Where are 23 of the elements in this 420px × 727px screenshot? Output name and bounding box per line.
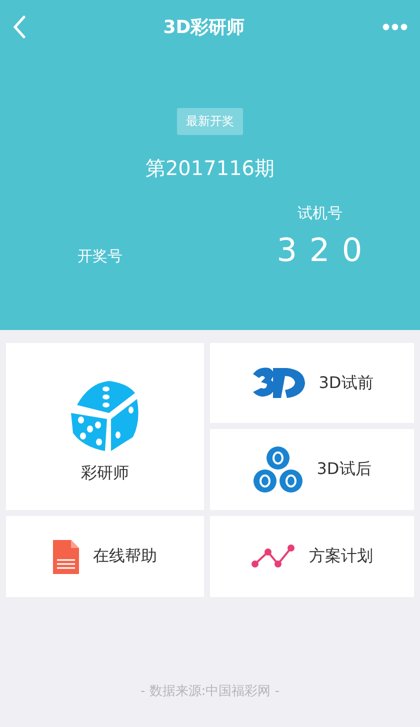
test-number-label: 试机号 — [298, 204, 342, 223]
issue-number: 第2017116期 — [144, 155, 276, 182]
tile-label: 3D试后 — [316, 459, 372, 480]
tile-label: 方案计划 — [309, 546, 373, 567]
balls-icon — [252, 446, 303, 494]
data-source-text: - 数据来源:中国福彩网 - — [140, 683, 280, 700]
menu-tile[interactable]: 3D试后 — [210, 429, 414, 510]
menu-tile[interactable]: 3D试前 — [210, 343, 414, 423]
back-icon[interactable] — [12, 15, 26, 39]
menu-tile[interactable]: 方案计划 — [210, 516, 414, 597]
trend-line-icon — [251, 544, 295, 570]
menu-tile[interactable]: 彩研师 — [6, 343, 204, 510]
tile-label: 彩研师 — [81, 463, 129, 484]
tile-label: 3D试前 — [318, 372, 374, 394]
more-icon[interactable] — [382, 23, 408, 31]
tile-label: 在线帮助 — [93, 546, 157, 567]
document-icon — [53, 540, 79, 574]
latest-draw-badge: 最新开奖 — [177, 108, 243, 135]
draw-number-label: 开奖号 — [78, 247, 122, 266]
nav-title: 3D彩研师 — [163, 16, 245, 39]
test-number: 3 2 0 — [276, 231, 364, 269]
logo-icon — [250, 366, 305, 400]
menu-tile[interactable]: 在线帮助 — [6, 516, 204, 597]
